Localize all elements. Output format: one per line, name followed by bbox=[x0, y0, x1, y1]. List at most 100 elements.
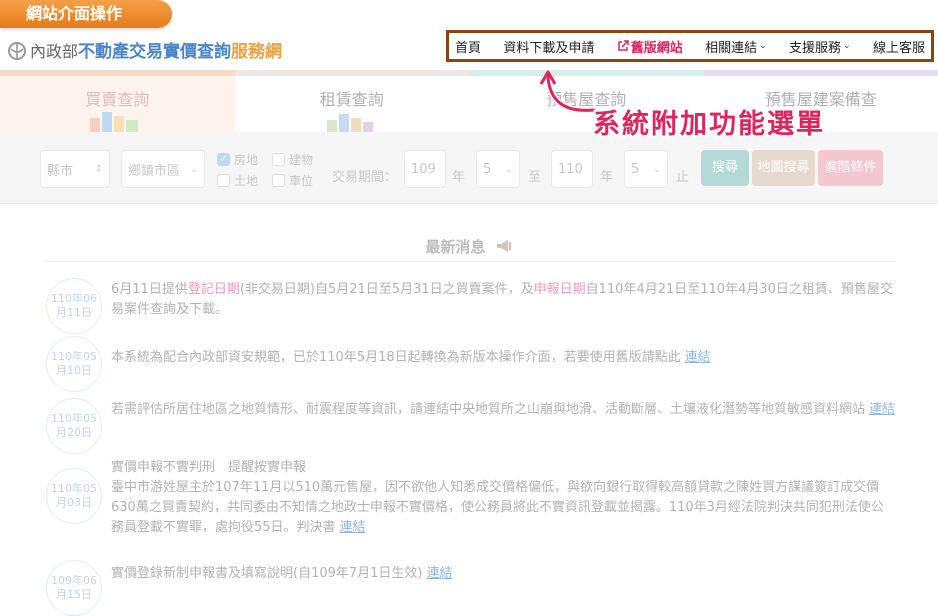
checkbox-box bbox=[272, 153, 285, 166]
nav-old-site[interactable]: 舊版網站 bbox=[617, 37, 683, 56]
nav-online-service[interactable]: 線上客服 bbox=[873, 37, 925, 56]
news-text: 本系統為配合內政部資安規範，已於110年5月18日起轉換為新版本操作介面，若要使… bbox=[111, 348, 896, 368]
city-select-value: 縣市 bbox=[47, 160, 73, 179]
text-part: 實價登錄新制申報書及填寫說明(自109年7月1日生效) bbox=[111, 566, 423, 581]
tab-rent-query[interactable]: 租賃查詢 bbox=[235, 70, 470, 132]
news-text: 6月11日提供登記日期(非交易日期)自5月21日至5月31日之買賣案件，及申報日… bbox=[111, 280, 896, 320]
news-heading: 最新消息 bbox=[0, 236, 938, 257]
period-label: 交易期間： bbox=[332, 166, 397, 185]
map-search-button[interactable]: 地圖搜尋 bbox=[752, 150, 815, 186]
nav-support[interactable]: 支援服務 ⌄ bbox=[789, 37, 851, 56]
chevron-down-icon: ⌄ bbox=[505, 164, 513, 175]
buildings-illustration-icon bbox=[82, 110, 152, 132]
checkbox-box bbox=[272, 174, 285, 187]
checkbox-label: 土地 bbox=[234, 172, 258, 189]
district-select-value: 鄉鎮市區 bbox=[128, 160, 180, 179]
check-icon: ✓ bbox=[217, 153, 230, 166]
from-year-value: 109 bbox=[411, 162, 436, 177]
callout-text: 系統附加功能選單 bbox=[593, 102, 825, 141]
chevron-down-icon: ⌄ bbox=[759, 41, 767, 51]
news-text: 實價登錄新制申報書及填寫說明(自109年7月1日生效) 連結 bbox=[111, 564, 896, 584]
logo-main-title: 不動產交易實價查詢 bbox=[78, 37, 231, 62]
date-line: 月11日 bbox=[47, 306, 101, 320]
checkbox-label: 車位 bbox=[289, 172, 313, 189]
checkbox-parking[interactable]: 車位 bbox=[272, 172, 313, 189]
text-part: 臺中市游姓屋主於107年11月以510萬元售屋，因不欲他人知悉成交價格偏低，與欲… bbox=[111, 480, 884, 535]
news-date: 110年05 月10日 bbox=[46, 336, 102, 392]
date-line: 110年05 bbox=[47, 482, 101, 496]
top-nav-menu: 首頁 資料下載及申請 舊版網站 相關連結 ⌄ 支援服務 ⌄ 線上客服 bbox=[446, 30, 934, 62]
highlight-text: 登記日期 bbox=[188, 282, 240, 297]
chevron-down-icon: ⌄ bbox=[190, 164, 198, 175]
nav-home[interactable]: 首頁 bbox=[455, 37, 481, 56]
date-line: 月03日 bbox=[47, 496, 101, 510]
date-line: 月15日 bbox=[47, 588, 101, 602]
news-link[interactable]: 連結 bbox=[685, 350, 711, 365]
logo-ministry: 內政部 bbox=[30, 38, 78, 62]
from-month-value: 5 bbox=[483, 162, 491, 177]
city-select[interactable]: 縣市 ⇕ bbox=[40, 150, 110, 188]
logo-sub-title: 服務網 bbox=[231, 37, 282, 62]
year-label: 年 bbox=[452, 166, 465, 185]
date-line: 109年06 bbox=[47, 574, 101, 588]
tab-sale-query[interactable]: 買賣查詢 bbox=[0, 70, 235, 132]
updown-icon: ⇕ bbox=[95, 164, 103, 175]
news-link[interactable]: 連結 bbox=[427, 566, 453, 581]
checkbox-box bbox=[217, 174, 230, 187]
date-line: 月20日 bbox=[47, 426, 101, 440]
chevron-down-icon: ⌄ bbox=[843, 41, 851, 51]
news-date: 110年05 月03日 bbox=[46, 468, 102, 524]
checkbox-building[interactable]: 建物 bbox=[272, 151, 313, 168]
news-text: 若需評估所居住地區之地質情形、耐震程度等資訊，請連結中央地質所之山崩與地滑、活動… bbox=[111, 400, 896, 420]
date-line: 110年06 bbox=[47, 292, 101, 306]
to-year-value: 110 bbox=[558, 162, 583, 177]
advanced-filter-button[interactable]: 進階條件 bbox=[818, 150, 883, 186]
from-year-input[interactable]: 109 bbox=[404, 150, 446, 188]
buildings-illustration-icon bbox=[317, 110, 387, 132]
news-date: 110年06 月11日 bbox=[46, 278, 102, 334]
news-divider bbox=[44, 261, 896, 262]
checkbox-house-land[interactable]: ✓ 房地 bbox=[217, 151, 258, 168]
nav-old-site-label: 舊版網站 bbox=[631, 37, 683, 56]
section-tag: 網站介面操作 bbox=[0, 0, 172, 28]
end-label: 止 bbox=[676, 166, 689, 185]
nav-links-label: 相關連結 bbox=[705, 37, 757, 56]
to-label: 至 bbox=[528, 166, 541, 185]
search-button[interactable]: 搜尋 bbox=[701, 150, 749, 186]
district-select[interactable]: 鄉鎮市區 ⌄ bbox=[121, 150, 205, 188]
news-title: 最新消息 bbox=[425, 238, 485, 256]
news-text: 實價申報不實判刑 提醒按實申報 臺中市游姓屋主於107年11月以510萬元售屋，… bbox=[111, 458, 896, 538]
news-subheading: 實價申報不實判刑 提醒按實申報 bbox=[111, 458, 896, 478]
nav-downloads[interactable]: 資料下載及申請 bbox=[503, 37, 594, 56]
date-line: 月10日 bbox=[47, 364, 101, 378]
nav-links[interactable]: 相關連結 ⌄ bbox=[705, 37, 767, 56]
moi-logo-icon bbox=[6, 39, 28, 61]
tab-label: 租賃查詢 bbox=[235, 86, 470, 110]
checkbox-label: 建物 bbox=[289, 151, 313, 168]
to-month-value: 5 bbox=[631, 162, 639, 177]
checkbox-label: 房地 bbox=[234, 151, 258, 168]
megaphone-icon bbox=[495, 238, 513, 254]
text-part: 本系統為配合內政部資安規範，已於110年5月18日起轉換為新版本操作介面，若要使… bbox=[111, 350, 681, 365]
news-link[interactable]: 連結 bbox=[869, 402, 895, 417]
chevron-down-icon: ⌄ bbox=[653, 164, 661, 175]
site-logo[interactable]: 內政部 不動產交易實價查詢 服務網 bbox=[6, 37, 282, 62]
site-header: 內政部 不動產交易實價查詢 服務網 首頁 資料下載及申請 舊版網站 相關連結 ⌄… bbox=[0, 28, 938, 68]
tab-label: 買賣查詢 bbox=[0, 86, 235, 110]
date-line: 110年05 bbox=[47, 350, 101, 364]
nav-support-label: 支援服務 bbox=[789, 37, 841, 56]
text-part: (非交易日期)自5月21日至5月31日之買賣案件，及 bbox=[240, 282, 534, 297]
text-part: 若需評估所居住地區之地質情形、耐震程度等資訊，請連結中央地質所之山崩與地滑、活動… bbox=[111, 402, 865, 417]
highlight-text: 申報日期 bbox=[534, 282, 586, 297]
external-link-icon bbox=[617, 40, 629, 52]
text-part: 6月11日提供 bbox=[111, 282, 188, 297]
news-date: 109年06 月15日 bbox=[46, 560, 102, 616]
to-year-input[interactable]: 110 bbox=[551, 150, 593, 188]
date-line: 110年05 bbox=[47, 412, 101, 426]
news-link[interactable]: 連結 bbox=[340, 520, 366, 535]
from-month-select[interactable]: 5 ⌄ bbox=[476, 150, 520, 188]
news-date: 110年05 月20日 bbox=[46, 398, 102, 454]
checkbox-land[interactable]: 土地 bbox=[217, 172, 258, 189]
year-label: 年 bbox=[600, 166, 613, 185]
to-month-select[interactable]: 5 ⌄ bbox=[624, 150, 668, 188]
